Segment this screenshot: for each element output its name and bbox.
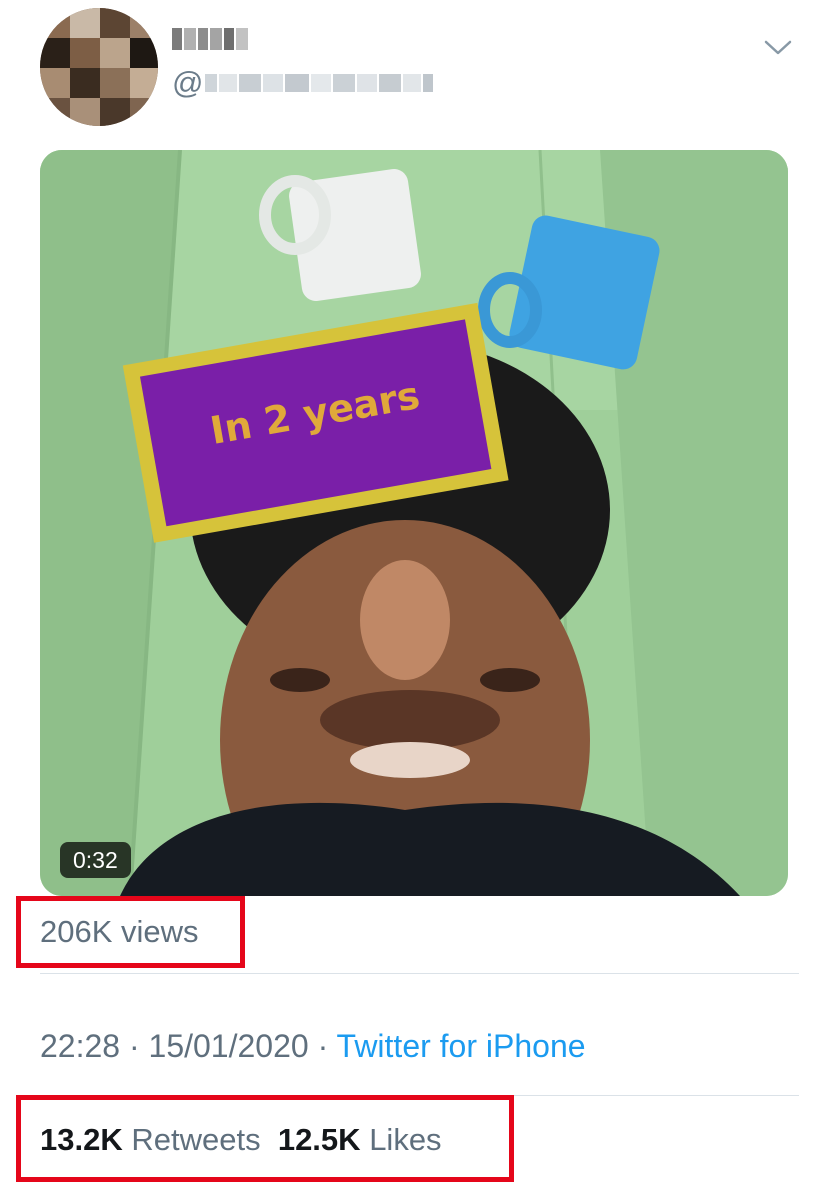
avatar[interactable] — [40, 8, 158, 126]
video-thumbnail — [40, 150, 788, 896]
display-name-redacted[interactable] — [172, 22, 252, 56]
user-handle[interactable]: @ — [172, 66, 441, 100]
meta-separator: · — [128, 1028, 140, 1064]
tweet-meta: 22:28 · 15/01/2020 · Twitter for iPhone — [40, 1024, 586, 1068]
tweet-source-link[interactable]: Twitter for iPhone — [337, 1028, 586, 1064]
meta-separator: · — [317, 1028, 329, 1064]
chevron-down-icon[interactable] — [762, 36, 794, 58]
highlight-box-stats — [16, 1095, 514, 1182]
handle-at-sign: @ — [172, 65, 204, 100]
highlight-box-views — [16, 896, 245, 968]
divider — [40, 973, 799, 974]
video-duration: 0:32 — [60, 842, 131, 878]
tweet-time[interactable]: 22:28 — [40, 1028, 120, 1064]
handle-redacted — [205, 74, 434, 92]
tweet-date[interactable]: 15/01/2020 — [149, 1028, 309, 1064]
video-player[interactable]: In 2 years 0:32 — [40, 150, 788, 896]
